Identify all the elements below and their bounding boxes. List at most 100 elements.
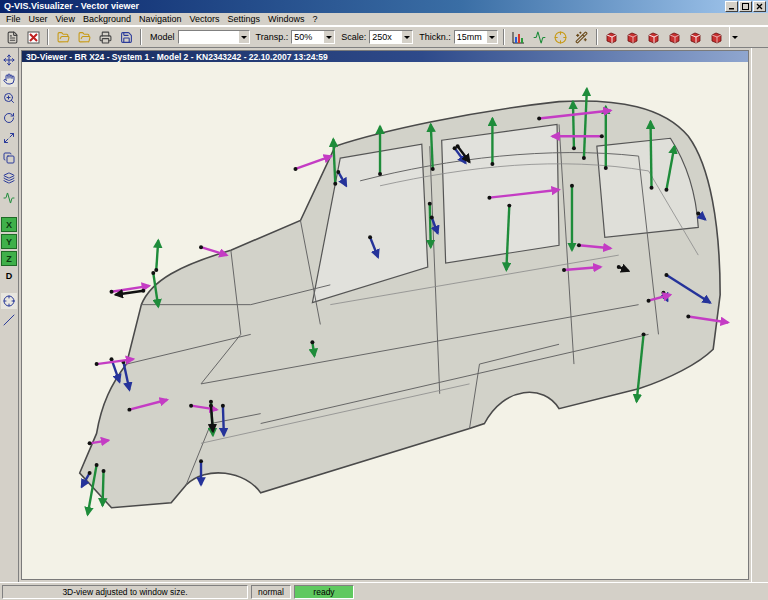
axis-button[interactable]: X [1,217,17,232]
dropdown-arrow[interactable] [238,31,249,43]
car-body-3d-view[interactable] [22,62,748,579]
vector-arrow[interactable] [368,235,378,257]
view-button[interactable] [645,28,663,46]
view-cube-icon[interactable] [689,31,702,44]
vector-arrow[interactable] [490,118,494,166]
menu-item[interactable]: Vectors [185,13,223,25]
vector-arrow[interactable] [562,267,601,272]
viewer-canvas[interactable] [22,62,748,579]
vector-arrow[interactable] [537,111,611,121]
view-cube-icon[interactable] [605,31,618,44]
chart-button[interactable] [510,28,528,46]
side-tool-button[interactable] [1,293,17,309]
side-tool-button[interactable] [1,71,17,87]
view-button[interactable] [708,28,726,46]
vector-arrow[interactable] [604,107,608,170]
vector-arrow[interactable] [154,240,158,272]
vector-arrow[interactable] [456,144,470,162]
view-cube-icon[interactable] [710,31,723,44]
axis-button[interactable]: Z [1,251,17,266]
menu-item[interactable]: File [2,13,25,25]
vector-arrow[interactable] [88,440,109,445]
dropdown-arrow[interactable] [401,31,412,43]
dropdown[interactable]: 250x [369,30,413,44]
vector-arrow[interactable] [570,184,574,250]
vector-arrow[interactable] [577,243,611,248]
axis-button[interactable]: Y [1,234,17,249]
open-file-button[interactable] [54,28,72,46]
side-tool-button[interactable] [0,109,18,127]
vector-arrow[interactable] [637,332,646,401]
vector-arrow[interactable] [310,340,314,356]
vector-arrow[interactable] [294,156,332,171]
vector-arrow[interactable] [506,204,511,270]
view-cube-icon[interactable] [626,31,639,44]
vectors-button[interactable] [531,28,549,46]
menu-item[interactable]: User [25,13,52,25]
wand-button[interactable] [573,28,591,46]
new-button[interactable] [3,28,21,46]
close-button[interactable] [753,1,766,12]
side-tool-button[interactable] [0,51,18,69]
vector-arrow[interactable] [102,469,106,506]
dropdown[interactable] [178,30,250,44]
vector-arrow[interactable] [209,404,213,432]
vector-arrow[interactable] [88,463,99,515]
vector-arrow[interactable] [115,289,145,295]
open-folder-button[interactable] [75,28,93,46]
side-tool-button[interactable] [0,169,18,187]
view-cube-icon[interactable] [668,31,681,44]
vector-arrow[interactable] [430,216,438,234]
side-tool-button[interactable] [0,149,18,167]
vector-arrow[interactable] [333,139,337,186]
chart-icon[interactable] [512,31,525,44]
delete-button[interactable] [24,28,42,46]
vector-arrow[interactable] [617,265,629,271]
save-button[interactable] [117,28,135,46]
vector-arrow[interactable] [221,404,225,436]
menu-item[interactable]: Settings [223,13,264,25]
vector-arrow[interactable] [686,315,728,323]
vector-arrow[interactable] [650,121,654,189]
vector-arrow[interactable] [199,245,227,255]
axis-button[interactable]: D [1,268,17,283]
vector-arrow[interactable] [127,400,167,412]
view-button[interactable] [687,28,705,46]
view-cube-icon[interactable] [647,31,660,44]
vector-arrow[interactable] [209,400,213,436]
dropdown[interactable]: 50% [291,30,335,44]
side-tool-button[interactable] [0,89,18,107]
vector-arrow[interactable] [95,359,134,366]
vector-arrow[interactable] [428,202,432,248]
view-button[interactable] [666,28,684,46]
maximize-button[interactable] [739,1,752,12]
vector-arrow[interactable] [151,271,158,307]
menu-item[interactable]: ? [309,13,322,25]
vector-arrow[interactable] [552,134,604,138]
menu-item[interactable]: View [52,13,79,25]
vector-arrow[interactable] [82,471,92,487]
vector-arrow[interactable] [572,102,576,151]
vector-arrow[interactable] [647,295,671,303]
vector-arrow[interactable] [199,459,203,485]
dropdown-arrow[interactable] [323,31,334,43]
views-dropdown-arrow[interactable] [729,27,740,47]
menu-item[interactable]: Navigation [135,13,186,25]
print-button[interactable] [96,28,114,46]
dropdown[interactable]: 15mm [454,30,498,44]
vector-arrow[interactable] [378,126,382,176]
vector-arrow[interactable] [582,89,587,160]
vector-arrow[interactable] [696,212,705,220]
vector-arrow[interactable] [189,404,217,410]
side-tool-button[interactable] [0,129,18,147]
vector-arrow[interactable] [336,170,346,186]
side-tool-button[interactable] [0,189,18,207]
vector-arrow[interactable] [664,273,710,303]
vector-arrow[interactable] [431,124,435,171]
vector-arrow[interactable] [487,190,559,200]
side-tool-button[interactable] [0,311,18,329]
vector-arrow[interactable] [110,286,150,294]
target-button[interactable] [552,28,570,46]
view-button[interactable] [624,28,642,46]
vector-arrow[interactable] [664,146,674,192]
